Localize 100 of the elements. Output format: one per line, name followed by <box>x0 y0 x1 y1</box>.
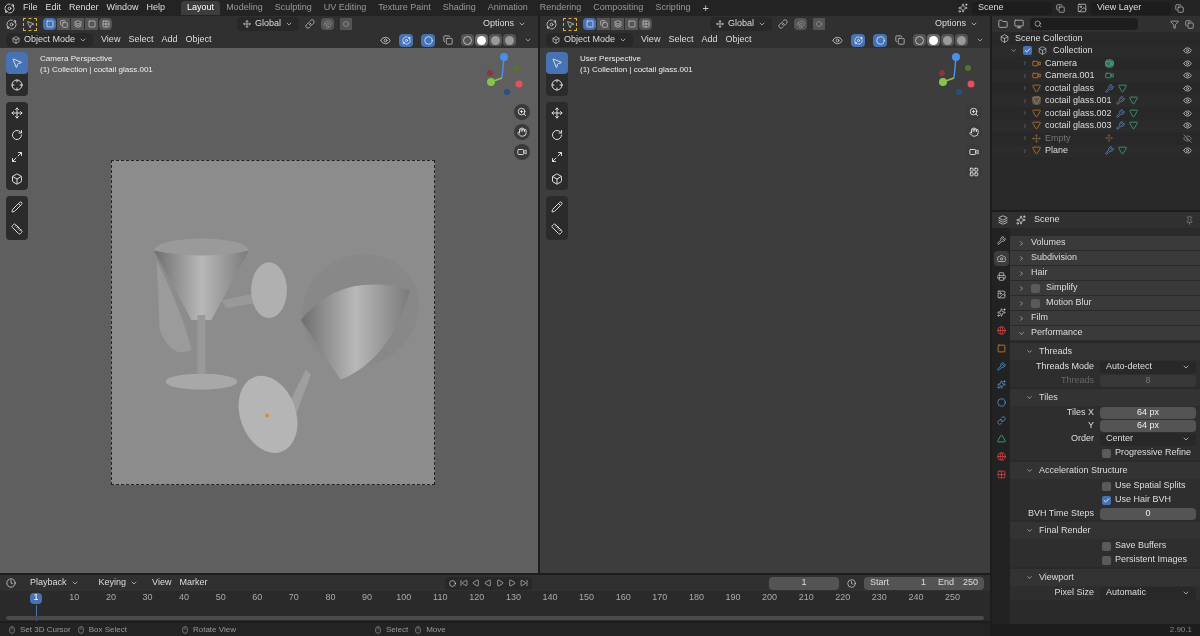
eye-icon[interactable] <box>1183 71 1192 81</box>
select-mode-icon[interactable] <box>611 18 624 30</box>
modifier-icon[interactable] <box>1115 96 1125 106</box>
select-mode-icon[interactable] <box>639 18 652 30</box>
eye-icon[interactable] <box>1183 121 1192 131</box>
rendered-shading-button[interactable] <box>503 34 516 46</box>
workspace-tab[interactable]: Rendering <box>533 1 588 15</box>
clock-editor-icon[interactable] <box>6 578 16 588</box>
current-frame-field[interactable]: 1 <box>769 576 839 590</box>
select-icon[interactable] <box>546 52 568 74</box>
play-reverse-icon[interactable] <box>483 579 492 587</box>
menu-item[interactable]: View <box>641 33 661 47</box>
eye-icon[interactable] <box>1183 83 1192 93</box>
number-field[interactable]: 0 <box>1100 507 1196 520</box>
panel-header[interactable]: Simplify <box>1010 281 1200 296</box>
dropdown-field[interactable]: Center <box>1100 432 1196 446</box>
zoom-icon[interactable] <box>514 104 530 120</box>
view-layer-field[interactable]: View Layer <box>1091 1 1171 15</box>
subpanel-header[interactable]: Threads <box>1010 343 1200 360</box>
menu-item[interactable]: Edit <box>45 1 62 15</box>
editor-type-icon[interactable] <box>998 215 1008 225</box>
start-frame-field[interactable]: Start 1 <box>864 576 932 590</box>
timeline-menu[interactable]: Playback <box>24 576 85 590</box>
solid-shading-button[interactable] <box>475 34 488 46</box>
select-mode-icon[interactable] <box>583 18 596 30</box>
menu-item[interactable]: Object <box>725 33 752 47</box>
camera-view-icon[interactable] <box>514 144 530 160</box>
display-mode-icon[interactable] <box>1014 19 1024 29</box>
select-mode-icon[interactable] <box>71 18 84 30</box>
menu-item[interactable]: Object <box>185 33 212 47</box>
gizmo-toggle-icon[interactable] <box>399 33 413 47</box>
filter-icon[interactable] <box>1170 19 1179 29</box>
record-icon[interactable] <box>448 579 456 587</box>
workspace-tab[interactable]: Shading <box>436 1 482 15</box>
shading-menu-icon[interactable] <box>524 36 532 44</box>
add-workspace-button[interactable]: + <box>696 0 715 17</box>
panel-header[interactable]: Subdivision <box>1010 251 1200 266</box>
scene-field[interactable]: Scene <box>972 1 1052 15</box>
modifier-icon[interactable] <box>1115 121 1125 131</box>
gizmo-toggle-icon[interactable] <box>851 33 865 47</box>
end-frame-field[interactable]: End 250 <box>932 576 984 590</box>
menu-item[interactable]: Select <box>128 33 154 47</box>
scene-icon[interactable] <box>958 3 968 13</box>
dropdown-field[interactable]: Automatic <box>1100 586 1196 600</box>
wireframe-shading-button[interactable] <box>461 34 474 46</box>
grid-icon[interactable] <box>966 164 982 180</box>
dropdown-field[interactable]: Auto-detect <box>1100 360 1196 374</box>
subpanel-header[interactable]: Tiles <box>1010 389 1200 406</box>
visibility-icon[interactable] <box>380 34 391 46</box>
modifier-icon[interactable] <box>1115 108 1125 118</box>
solid-shading-button[interactable] <box>927 34 940 46</box>
options-dropdown[interactable]: Options <box>477 17 532 31</box>
modifier-icon[interactable] <box>1105 146 1114 156</box>
select-icon[interactable] <box>6 52 28 74</box>
workspace-tab[interactable]: Layout <box>181 1 221 15</box>
select-mode-icon[interactable] <box>99 18 112 30</box>
number-field[interactable]: 64 px <box>1100 406 1196 419</box>
eye-closed-icon[interactable] <box>1183 133 1192 143</box>
subpanel-header[interactable]: Acceleration Structure <box>1010 462 1200 479</box>
timeline-menu[interactable]: Keying <box>92 576 145 590</box>
menu-item[interactable]: File <box>23 1 38 15</box>
eye-icon[interactable] <box>1183 96 1192 106</box>
eye-icon[interactable] <box>1183 108 1192 118</box>
checkbox[interactable] <box>1023 46 1032 56</box>
options-dropdown[interactable]: Options <box>928 17 984 31</box>
camera-data-icon[interactable] <box>1105 71 1114 81</box>
search-field[interactable] <box>1030 18 1138 30</box>
checkbox[interactable] <box>1102 481 1111 491</box>
select-mode-icon[interactable] <box>597 18 610 30</box>
subpanel-header[interactable]: Final Render <box>1010 522 1200 539</box>
pan-icon[interactable] <box>514 124 530 140</box>
workspace-tab[interactable]: Animation <box>481 1 534 15</box>
workspace-tab[interactable]: Compositing <box>587 1 650 15</box>
next-keyframe-icon[interactable] <box>507 579 516 587</box>
select-tool-icon[interactable] <box>563 17 577 31</box>
mesh-data-icon[interactable] <box>1118 146 1127 156</box>
checkbox[interactable] <box>1102 448 1111 458</box>
editor-type-icon[interactable] <box>546 18 557 30</box>
panel-header[interactable]: Film <box>1010 311 1200 326</box>
workspace-tab[interactable]: UV Editing <box>317 1 373 15</box>
view-layer-icon[interactable] <box>1077 3 1087 13</box>
menu-item[interactable]: Add <box>701 33 718 47</box>
previous-keyframe-icon[interactable] <box>471 579 480 587</box>
checkbox[interactable] <box>1031 298 1040 308</box>
select-mode-icon[interactable] <box>57 18 70 30</box>
scene-icon[interactable] <box>1016 215 1026 225</box>
mode-dropdown[interactable]: Object Mode <box>6 33 94 47</box>
editor-type-icon[interactable] <box>6 18 17 30</box>
eye-icon[interactable] <box>1183 58 1192 68</box>
modifier-icon[interactable] <box>1105 83 1114 93</box>
material-shading-button[interactable] <box>941 34 954 46</box>
workspace-tab[interactable]: Sculpting <box>268 1 318 15</box>
select-mode-icon[interactable] <box>43 18 56 30</box>
eye-icon[interactable] <box>1183 46 1192 56</box>
jump-end-icon[interactable] <box>519 579 528 587</box>
menu-item[interactable]: Select <box>668 33 694 47</box>
visibility-icon[interactable] <box>832 34 843 46</box>
timeline-menu[interactable]: View <box>152 576 172 590</box>
menu-item[interactable]: Render <box>69 1 99 15</box>
camera-data-icon[interactable] <box>1105 58 1114 68</box>
